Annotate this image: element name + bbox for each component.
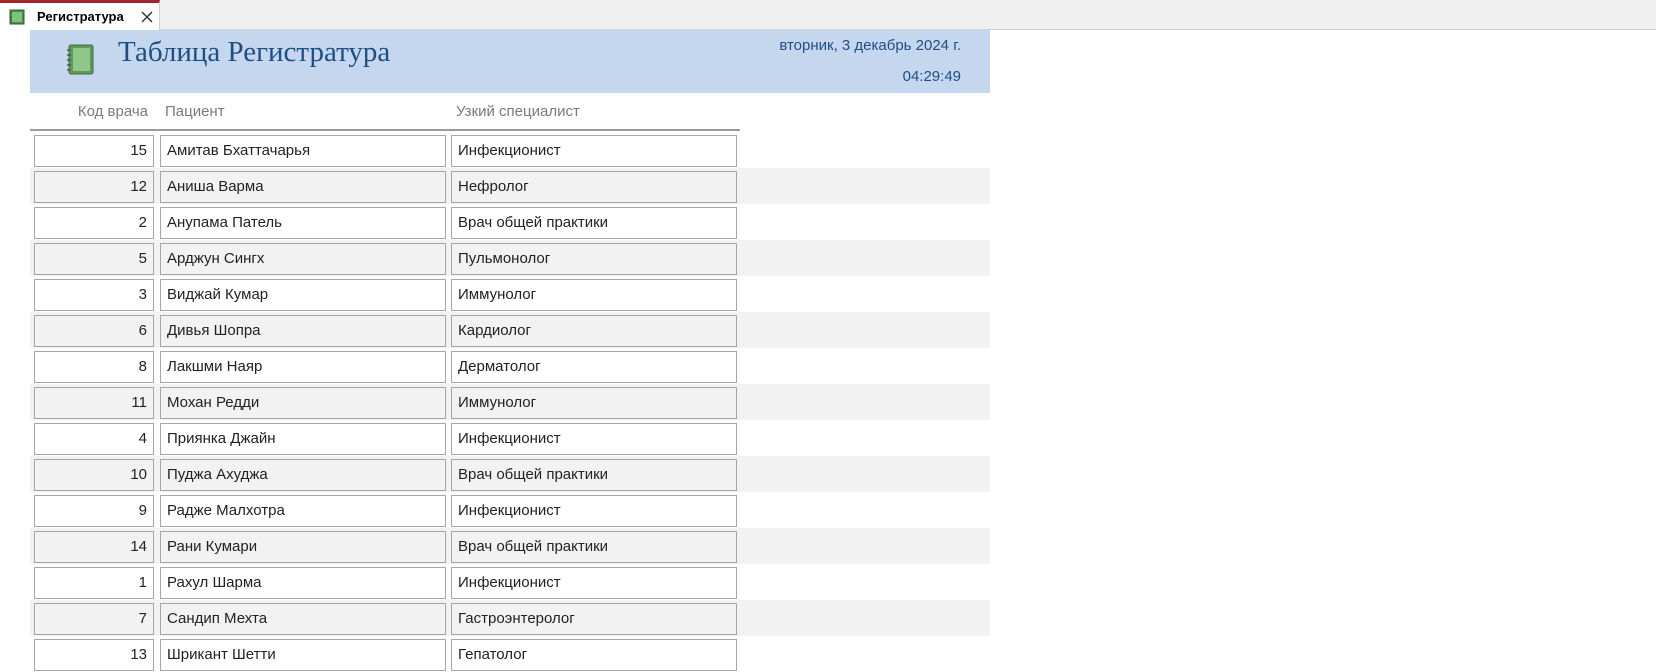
doctor-code-field[interactable]: 1 [34, 567, 154, 599]
table-row: 9 Радже Малхотра Инфекционист [30, 492, 990, 528]
table-row: 1 Рахул Шарма Инфекционист [30, 564, 990, 600]
table-row: 3 Виджай Кумар Иммунолог [30, 276, 990, 312]
table-row: 5 Арджун Сингх Пульмонолог [30, 240, 990, 276]
specialist-field[interactable]: Иммунолог [451, 387, 737, 419]
doctor-code-field[interactable]: 2 [34, 207, 154, 239]
tab-registratura[interactable]: Регистратура [0, 0, 160, 30]
doctor-code-field[interactable]: 12 [34, 171, 154, 203]
patient-field[interactable]: Лакшми Наяр [160, 351, 446, 383]
table-row: 13 Шрикант Шетти Гепатолог [30, 636, 990, 672]
specialist-field[interactable]: Нефролог [451, 171, 737, 203]
report-rows: 15 Амитав Бхаттачарья Инфекционист 12 Аниша … [30, 132, 990, 672]
column-header-code: Код врача [77, 103, 148, 120]
table-row: 7 Сандип Мехта Гастроэнтеролог [30, 600, 990, 636]
patient-field[interactable]: Виджай Кумар [160, 279, 446, 311]
patient-field[interactable]: Мохан Редди [160, 387, 446, 419]
patient-field[interactable]: Арджун Сингх [160, 243, 446, 275]
doctor-code-field[interactable]: 6 [34, 315, 154, 347]
specialist-field[interactable]: Инфекционист [451, 495, 737, 527]
specialist-field[interactable]: Пульмонолог [451, 243, 737, 275]
table-row: 4 Приянка Джайн Инфекционист [30, 420, 990, 456]
column-header-specialist: Узкий специалист [456, 103, 580, 120]
notebook-icon [66, 44, 94, 76]
table-row: 15 Амитав Бхаттачарья Инфекционист [30, 132, 990, 168]
doctor-code-field[interactable]: 3 [34, 279, 154, 311]
specialist-field[interactable]: Инфекционист [451, 423, 737, 455]
report-title: Таблица Регистратура [118, 36, 391, 68]
specialist-field[interactable]: Гастроэнтеролог [451, 603, 737, 635]
patient-field[interactable]: Рахул Шарма [160, 567, 446, 599]
doctor-code-field[interactable]: 4 [34, 423, 154, 455]
tab-label: Регистратура [37, 9, 124, 24]
report-header: Таблица Регистратура вторник, 3 декабрь … [30, 30, 990, 93]
table-row: 6 Дивья Шопра Кардиолог [30, 312, 990, 348]
close-icon[interactable] [140, 10, 154, 24]
specialist-field[interactable]: Инфекционист [451, 567, 737, 599]
specialist-field[interactable]: Иммунолог [451, 279, 737, 311]
report-time: 04:29:49 [902, 68, 961, 85]
patient-field[interactable]: Анупама Патель [160, 207, 446, 239]
doctor-code-field[interactable]: 7 [34, 603, 154, 635]
specialist-field[interactable]: Гепатолог [451, 639, 737, 671]
patient-field[interactable]: Шрикант Шетти [160, 639, 446, 671]
table-row: 11 Мохан Редди Иммунолог [30, 384, 990, 420]
specialist-field[interactable]: Врач общей практики [451, 459, 737, 491]
doctor-code-field[interactable]: 8 [34, 351, 154, 383]
doctor-code-field[interactable]: 5 [34, 243, 154, 275]
column-header-patient: Пациент [165, 103, 225, 120]
specialist-field[interactable]: Врач общей практики [451, 207, 737, 239]
patient-field[interactable]: Дивья Шопра [160, 315, 446, 347]
patient-field[interactable]: Пуджа Ахуджа [160, 459, 446, 491]
doctor-code-field[interactable]: 10 [34, 459, 154, 491]
patient-field[interactable]: Рани Кумари [160, 531, 446, 563]
specialist-field[interactable]: Кардиолог [451, 315, 737, 347]
patient-field[interactable]: Амитав Бхаттачарья [160, 135, 446, 167]
patient-field[interactable]: Аниша Варма [160, 171, 446, 203]
report-icon [9, 9, 25, 25]
table-row: 12 Аниша Варма Нефролог [30, 168, 990, 204]
patient-field[interactable]: Приянка Джайн [160, 423, 446, 455]
doctor-code-field[interactable]: 11 [34, 387, 154, 419]
specialist-field[interactable]: Дерматолог [451, 351, 737, 383]
report-date: вторник, 3 декабрь 2024 г. [779, 37, 961, 54]
doctor-code-field[interactable]: 9 [34, 495, 154, 527]
table-row: 10 Пуджа Ахуджа Врач общей практики [30, 456, 990, 492]
doctor-code-field[interactable]: 14 [34, 531, 154, 563]
table-row: 8 Лакшми Наяр Дерматолог [30, 348, 990, 384]
doctor-code-field[interactable]: 15 [34, 135, 154, 167]
specialist-field[interactable]: Врач общей практики [451, 531, 737, 563]
specialist-field[interactable]: Инфекционист [451, 135, 737, 167]
patient-field[interactable]: Сандип Мехта [160, 603, 446, 635]
table-row: 2 Анупама Патель Врач общей практики [30, 204, 990, 240]
document-tab-bar: Регистратура [0, 0, 1656, 30]
doctor-code-field[interactable]: 13 [34, 639, 154, 671]
header-divider [30, 129, 740, 131]
patient-field[interactable]: Радже Малхотра [160, 495, 446, 527]
table-row: 14 Рани Кумари Врач общей практики [30, 528, 990, 564]
